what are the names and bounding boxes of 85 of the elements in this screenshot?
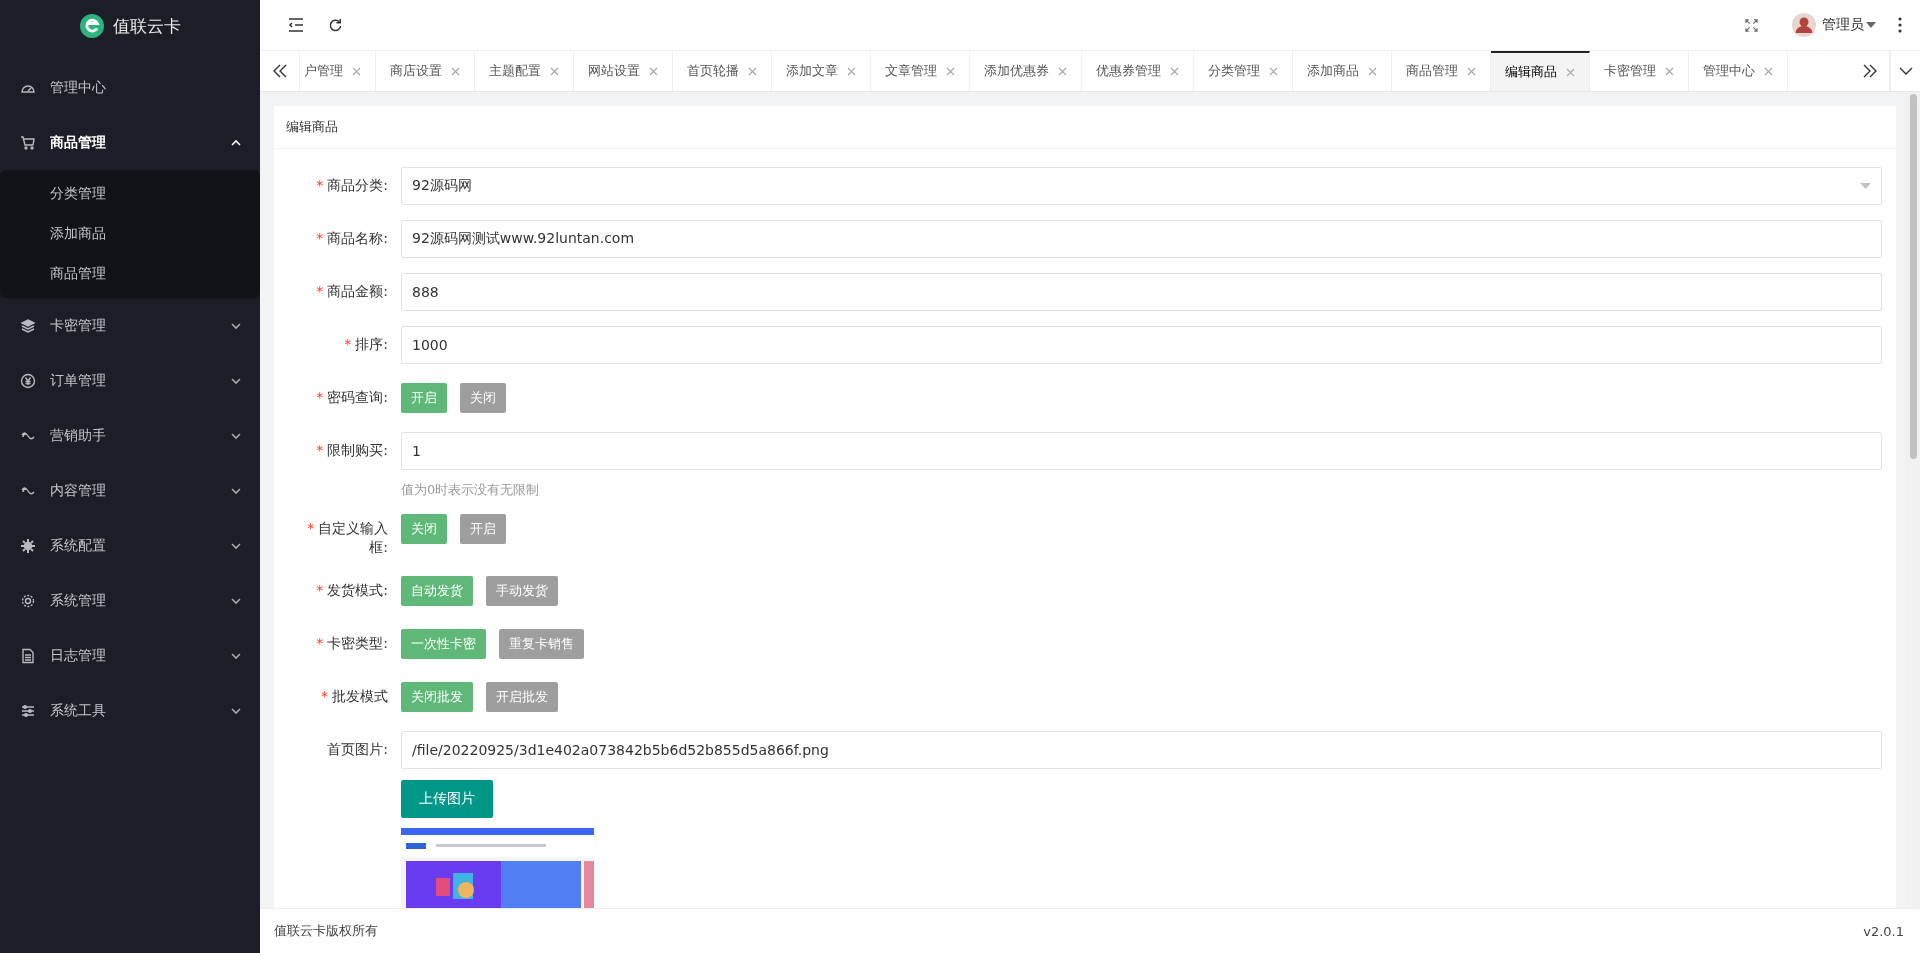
menu-item-icon (20, 702, 36, 719)
menu-icon[interactable] (288, 18, 304, 32)
version-text: v2.0.1 (1863, 923, 1904, 939)
field-label: * 商品分类: (315, 176, 388, 195)
close-icon[interactable] (1269, 66, 1278, 76)
submenu-item[interactable]: 商品管理 (0, 254, 260, 294)
field-label: * 批发模式 (320, 687, 388, 706)
close-icon[interactable] (946, 66, 955, 76)
sidebar-item[interactable]: 系统工具 (0, 683, 260, 738)
input-field[interactable]: 92源码网测试www.92luntan.com (401, 220, 1882, 258)
field-label: * 商品名称: (315, 229, 388, 248)
tab[interactable]: 卡密管理 (1590, 51, 1689, 91)
field-hint: 值为0时表示没有无限制 (401, 481, 540, 499)
double-chevron-left-icon (272, 64, 287, 78)
input-field[interactable]: 888 (401, 273, 1882, 311)
sidebar-item[interactable]: 卡密管理 (0, 298, 260, 353)
submenu-item[interactable]: 分类管理 (0, 174, 260, 214)
input-field[interactable]: 1000 (401, 326, 1882, 364)
input-field[interactable]: 1 (401, 432, 1882, 470)
close-icon[interactable] (1467, 66, 1476, 76)
sidebar-item[interactable]: 管理中心 (0, 60, 260, 115)
field-label: 首页图片: (326, 740, 388, 759)
close-icon[interactable] (550, 66, 559, 76)
close-icon[interactable] (352, 66, 361, 76)
tab[interactable]: 编辑商品 (1491, 51, 1590, 91)
close-icon[interactable] (847, 66, 856, 76)
field-label: * 限制购买: (315, 441, 388, 460)
submenu-item[interactable]: 添加商品 (0, 214, 260, 254)
avatar[interactable] (1792, 13, 1816, 37)
caret-icon (1866, 22, 1876, 28)
menu-item-icon (20, 134, 36, 151)
logo-text: 值联云卡 (112, 14, 181, 38)
scrollbar-thumb[interactable] (1910, 94, 1917, 459)
sidebar-item[interactable]: 系统配置 (0, 518, 260, 573)
field-label: * 排序: (343, 335, 388, 354)
more-icon[interactable] (1898, 17, 1902, 33)
field-label: * 卡密类型: (315, 634, 388, 653)
tab[interactable]: 首页轮播 (673, 51, 772, 91)
menu-item-icon (20, 317, 36, 334)
sidebar-item[interactable]: 订单管理 (0, 353, 260, 408)
close-icon[interactable] (1566, 67, 1575, 77)
field-label: * 商品金额: (315, 282, 388, 301)
select-field[interactable]: 92源码网 (401, 167, 1882, 205)
tab[interactable]: 主题配置 (475, 51, 574, 91)
user-menu[interactable]: 管理员 (1822, 16, 1864, 34)
refresh-icon[interactable] (328, 17, 343, 33)
fullscreen-icon[interactable] (1745, 18, 1758, 32)
close-icon[interactable] (1368, 66, 1377, 76)
double-chevron-right-icon (1862, 64, 1877, 78)
sidebar-item[interactable]: 商品管理 (0, 115, 260, 170)
close-icon[interactable] (649, 66, 658, 76)
sidebar-item[interactable]: 营销助手 (0, 408, 260, 463)
chevron-down-icon (1898, 67, 1913, 75)
upload-button[interactable]: 上传图片 (401, 780, 493, 818)
sidebar-item[interactable]: 内容管理 (0, 463, 260, 518)
field-label: * 发货模式: (315, 581, 388, 600)
dropdown-caret-icon (1860, 183, 1871, 189)
tab[interactable]: 添加商品 (1293, 51, 1392, 91)
close-icon[interactable] (451, 66, 460, 76)
tab[interactable]: 户管理 (300, 51, 376, 91)
menu-item-icon (20, 372, 36, 389)
copyright-text: 值联云卡版权所有 (274, 922, 378, 940)
tab[interactable]: 网站设置 (574, 51, 673, 91)
tab[interactable]: 添加文章 (772, 51, 871, 91)
input-field[interactable]: /file/20220925/3d1e402a073842b5b6d52b855d5a866f.png (401, 731, 1882, 769)
logo-icon (79, 14, 104, 38)
tab[interactable]: 管理中心 (1689, 51, 1788, 91)
sidebar-item[interactable]: 系统管理 (0, 573, 260, 628)
tab[interactable]: 分类管理 (1194, 51, 1293, 91)
card-title: 编辑商品 (274, 106, 1896, 149)
menu-item-icon (20, 647, 36, 664)
close-icon[interactable] (1764, 66, 1773, 76)
field-label: * 密码查询: (315, 388, 388, 407)
close-icon[interactable] (748, 66, 757, 76)
close-icon[interactable] (1170, 66, 1179, 76)
tab[interactable]: 优惠券管理 (1082, 51, 1194, 91)
menu-item-icon (20, 537, 36, 554)
field-label: * 自定义输入框: (306, 519, 388, 557)
tab[interactable]: 商店设置 (376, 51, 475, 91)
tab[interactable]: 添加优惠券 (970, 51, 1082, 91)
close-icon[interactable] (1058, 66, 1067, 76)
menu-item-icon (20, 592, 36, 609)
close-icon[interactable] (1665, 66, 1674, 76)
tab[interactable]: 文章管理 (871, 51, 970, 91)
sidebar-item[interactable]: 日志管理 (0, 628, 260, 683)
